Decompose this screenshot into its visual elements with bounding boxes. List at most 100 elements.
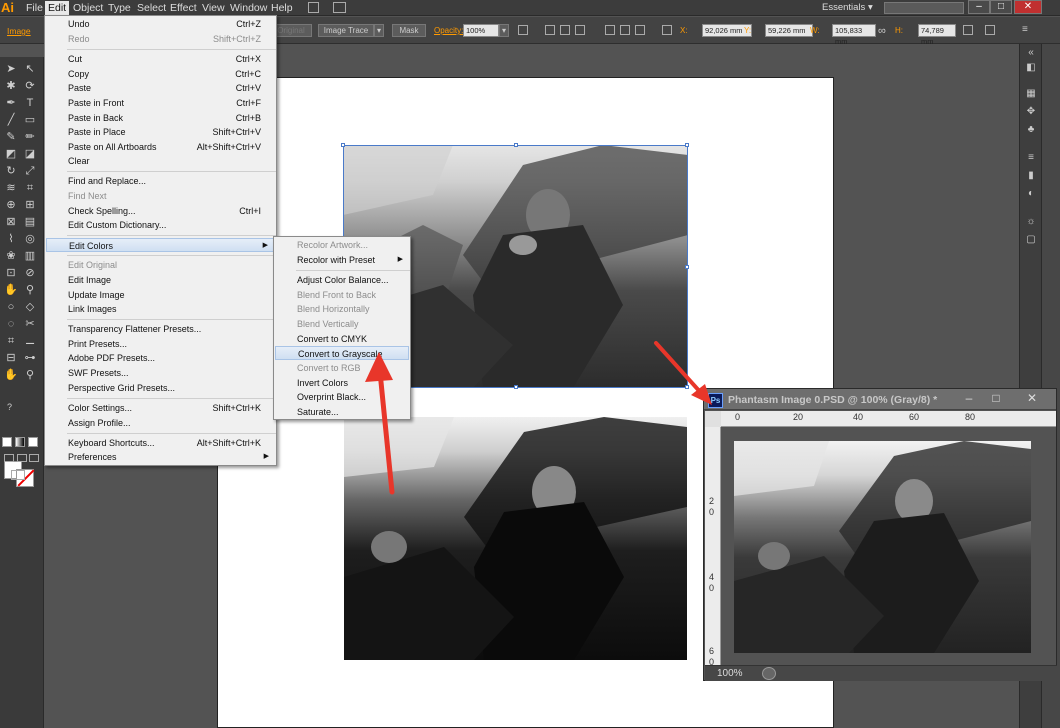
magic-wand-tool-icon[interactable]: ✱ bbox=[2, 79, 20, 93]
ps-maximize-button[interactable]: □ bbox=[981, 390, 1011, 407]
symbol-sprayer-tool-icon[interactable]: ❀ bbox=[2, 249, 20, 263]
transform-icon[interactable] bbox=[963, 25, 973, 35]
stroke-panel-icon[interactable]: ≡ bbox=[1024, 152, 1038, 164]
draw-behind-icon[interactable] bbox=[17, 454, 27, 462]
resize-handle-e[interactable] bbox=[685, 265, 689, 269]
isolate-icon[interactable] bbox=[985, 25, 995, 35]
menu-item-print-presets[interactable]: Print Presets... bbox=[46, 337, 275, 351]
submenu-item-recolor-with-preset[interactable]: Recolor with Preset ▶ bbox=[275, 253, 409, 267]
menu-item-transparency-flattener-presets[interactable]: Transparency Flattener Presets... bbox=[46, 322, 275, 336]
menu-item-paste-in-back[interactable]: Paste in Back Ctrl+B bbox=[46, 111, 275, 125]
submenu-item-adjust-color-balance[interactable]: Adjust Color Balance... bbox=[275, 273, 409, 287]
resize-handle-nw[interactable] bbox=[341, 143, 345, 147]
artboard-tool-icon[interactable]: ⊡ bbox=[2, 266, 20, 280]
opacity-field[interactable]: 100% bbox=[463, 24, 499, 37]
submenu-item-overprint-black[interactable]: Overprint Black... bbox=[275, 390, 409, 404]
menu-item-edit-colors[interactable]: Edit Colors ▶ bbox=[46, 238, 275, 252]
image-trace-button[interactable]: Image Trace bbox=[318, 24, 374, 37]
zoom-tool-icon[interactable]: ⚲ bbox=[21, 283, 39, 297]
opacity-dropdown[interactable]: ▾ bbox=[499, 24, 509, 37]
screen-mode-icon[interactable] bbox=[11, 470, 25, 480]
menu-item-cut[interactable]: Cut Ctrl+X bbox=[46, 52, 275, 66]
workspace-switcher[interactable]: Essentials ▾ bbox=[822, 1, 873, 15]
graphic-styles-icon[interactable]: ▢ bbox=[1024, 234, 1038, 246]
menu-item-find-replace[interactable]: Find and Replace... bbox=[46, 174, 275, 188]
menu-edit[interactable]: Edit bbox=[45, 1, 70, 15]
panel-menu-icon[interactable]: ≡ bbox=[1022, 24, 1028, 35]
menu-item-edit-custom-dictionary[interactable]: Edit Custom Dictionary... bbox=[46, 218, 275, 232]
paintbrush-tool-icon[interactable]: ✎ bbox=[2, 130, 20, 144]
pencil-tool-icon[interactable]: ✏ bbox=[21, 130, 39, 144]
menu-effect[interactable]: Effect bbox=[167, 1, 200, 15]
rectangle-tool-icon[interactable]: ▭ bbox=[21, 113, 39, 127]
zoom-level[interactable]: 100% bbox=[717, 668, 743, 679]
color-mode-icon[interactable] bbox=[2, 437, 12, 447]
menu-view[interactable]: View bbox=[199, 1, 228, 15]
menu-window[interactable]: Window bbox=[227, 1, 270, 15]
menu-item-swf-presets[interactable]: SWF Presets... bbox=[46, 366, 275, 380]
menu-item-clear[interactable]: Clear bbox=[46, 154, 275, 168]
opacity-label[interactable]: Opacity: bbox=[434, 26, 463, 35]
mask-button[interactable]: Mask bbox=[392, 24, 426, 37]
gradient-panel-icon[interactable]: ▮ bbox=[1024, 170, 1038, 182]
brushes-panel-icon[interactable]: ✥ bbox=[1024, 106, 1038, 118]
menu-item-keyboard-shortcuts[interactable]: Keyboard Shortcuts... Alt+Shift+Ctrl+K bbox=[46, 436, 275, 450]
ps-close-button[interactable]: ✕ bbox=[1014, 390, 1050, 407]
none-mode-icon[interactable] bbox=[28, 437, 38, 447]
align-icon[interactable] bbox=[518, 25, 528, 35]
ps-grayscale-image[interactable] bbox=[734, 441, 1031, 653]
menu-item-paste-in-place[interactable]: Paste in Place Shift+Ctrl+V bbox=[46, 125, 275, 139]
collapse-panels-icon[interactable]: « bbox=[1024, 47, 1038, 59]
menu-item-color-settings[interactable]: Color Settings... Shift+Ctrl+K bbox=[46, 401, 275, 415]
pan-tool-icon[interactable]: ✋ bbox=[2, 368, 20, 382]
scissors-tool-icon[interactable]: ✂ bbox=[21, 317, 39, 331]
color-panel-icon[interactable]: ◧ bbox=[1024, 62, 1038, 74]
menu-item-update-image[interactable]: Update Image bbox=[46, 288, 275, 302]
direct-selection-tool-icon[interactable]: ↖ bbox=[21, 62, 39, 76]
width-tool-icon[interactable]: ◌ bbox=[2, 317, 20, 331]
draw-normal-icon[interactable] bbox=[4, 454, 14, 462]
type-tool-icon[interactable]: T bbox=[21, 96, 39, 110]
align-center-icon[interactable] bbox=[560, 25, 570, 35]
menu-item-adobe-pdf-presets[interactable]: Adobe PDF Presets... bbox=[46, 351, 275, 365]
rotate-tool-icon[interactable]: ↻ bbox=[2, 164, 20, 178]
ps-title-bar[interactable]: Ps Phantasm Image 0.PSD @ 100% (Gray/8) … bbox=[704, 389, 1056, 410]
menu-item-paste-on-all-artboards[interactable]: Paste on All Artboards Alt+Shift+Ctrl+V bbox=[46, 140, 275, 154]
mesh-tool-icon[interactable]: ⊠ bbox=[2, 215, 20, 229]
arrange-documents-icon[interactable] bbox=[333, 2, 346, 13]
menu-item-preferences[interactable]: Preferences ▶ bbox=[46, 450, 275, 464]
menu-item-perspective-grid-presets[interactable]: Perspective Grid Presets... bbox=[46, 381, 275, 395]
eyedropper-tool-icon[interactable]: ⌇ bbox=[2, 232, 20, 246]
menu-item-copy[interactable]: Copy Ctrl+C bbox=[46, 67, 275, 81]
resize-handle-s[interactable] bbox=[514, 385, 518, 389]
shape-builder-tool-icon[interactable]: ⊕ bbox=[2, 198, 20, 212]
maximize-button[interactable]: □ bbox=[990, 0, 1012, 14]
bridge-icon[interactable] bbox=[308, 2, 319, 13]
submenu-item-invert-colors[interactable]: Invert Colors bbox=[275, 376, 409, 390]
align-top-icon[interactable] bbox=[605, 25, 615, 35]
menu-item-assign-profile[interactable]: Assign Profile... bbox=[46, 416, 275, 430]
menu-item-check-spelling[interactable]: Check Spelling... Ctrl+I bbox=[46, 204, 275, 218]
appearance-panel-icon[interactable]: ☼ bbox=[1024, 216, 1038, 228]
perspective-grid-tool-icon[interactable]: ⊞ bbox=[21, 198, 39, 212]
align-right-icon[interactable] bbox=[575, 25, 585, 35]
blend-tool-icon[interactable]: ◎ bbox=[21, 232, 39, 246]
constrain-proportions-icon[interactable]: ∞ bbox=[878, 25, 886, 37]
draw-inside-icon[interactable] bbox=[29, 454, 39, 462]
document-info-icon[interactable] bbox=[762, 667, 776, 680]
horizontal-ruler[interactable]: 0 20 40 60 80 bbox=[721, 411, 1056, 427]
reference-point-icon[interactable] bbox=[662, 25, 672, 35]
warp-tool-icon[interactable]: ≋ bbox=[2, 181, 20, 195]
knife-tool-icon[interactable]: ⚊ bbox=[21, 334, 39, 348]
w-field[interactable]: 105,833 mm bbox=[832, 24, 876, 46]
menu-type[interactable]: Type bbox=[105, 1, 134, 15]
anchor-point-tool-icon[interactable]: ◇ bbox=[21, 300, 39, 314]
photoshop-document-window[interactable]: Ps Phantasm Image 0.PSD @ 100% (Gray/8) … bbox=[703, 388, 1057, 681]
gradient-mode-icon[interactable] bbox=[15, 437, 25, 447]
align-bottom-icon[interactable] bbox=[635, 25, 645, 35]
gradient-tool-icon[interactable]: ▤ bbox=[21, 215, 39, 229]
menu-item-undo[interactable]: Undo Ctrl+Z bbox=[46, 17, 275, 31]
line-tool-icon[interactable]: ╱ bbox=[2, 113, 20, 127]
pen-tool-icon[interactable]: ✒ bbox=[2, 96, 20, 110]
column-graph-tool-icon[interactable]: ▥ bbox=[21, 249, 39, 263]
